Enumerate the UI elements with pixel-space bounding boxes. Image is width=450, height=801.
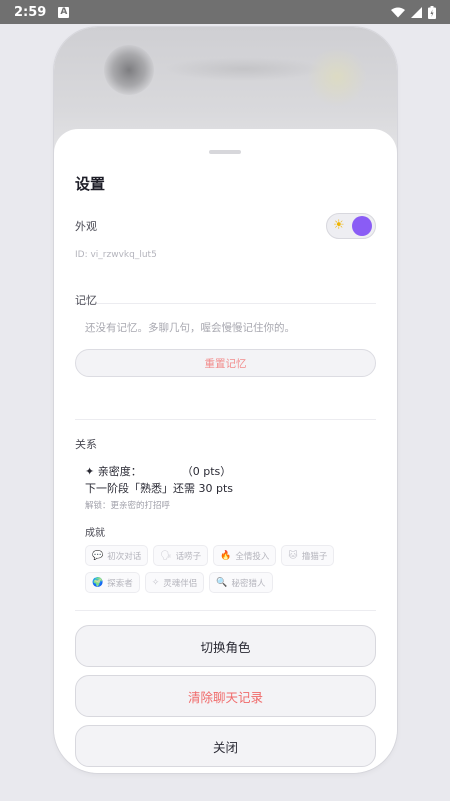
notification-icon: A	[58, 6, 70, 18]
achievement-badge: 💬 初次对话	[85, 545, 149, 566]
battery-icon	[428, 5, 436, 19]
blurred-avatar	[104, 45, 154, 95]
toggle-knob	[352, 216, 372, 236]
magnifier-icon: 🔍	[216, 577, 228, 588]
fire-icon: 🔥	[220, 550, 232, 561]
user-id: ID: vi_rzwvkq_lut5	[75, 250, 157, 260]
achievement-label: 秘密猎人	[231, 578, 266, 589]
sheet-drag-handle[interactable]	[209, 150, 241, 154]
achievement-label: 初次对话	[107, 551, 142, 562]
achievement-label: 撸猫子	[301, 551, 328, 562]
divider	[75, 303, 376, 304]
divider	[75, 419, 376, 420]
relationship-label: 关系	[75, 438, 97, 451]
clear-chat-button[interactable]: 清除聊天记录	[75, 675, 376, 717]
status-bar: 2:59 A	[0, 0, 450, 24]
speaking-head-icon: 🗣	[160, 550, 172, 561]
wifi-icon	[391, 7, 405, 17]
cat-icon: 🐱	[288, 550, 298, 561]
memory-label: 记忆	[75, 294, 97, 307]
achievements-label: 成就	[85, 528, 105, 539]
memory-empty-text: 还没有记忆。多聊几句，喔会慢慢记住你的。	[85, 322, 295, 334]
appearance-label: 外观	[75, 220, 97, 233]
achievement-badge: 🔍 秘密猎人	[209, 572, 273, 593]
achievements-row-2: 🌍 探索者 ✧ 灵魂伴侣 🔍 秘密猎人	[85, 572, 273, 593]
divider	[75, 610, 376, 611]
achievement-badge: 🌍 探索者	[85, 572, 140, 593]
intimacy-value: （0 pts）	[181, 465, 232, 478]
intimacy-row: ✦ 亲密度： （0 pts）	[85, 463, 231, 479]
switch-role-button[interactable]: 切换角色	[75, 625, 376, 667]
achievement-label: 灵魂伴侣	[163, 578, 198, 589]
achievement-badge: 🔥 全情投入	[213, 545, 277, 566]
achievement-badge: 🐱 撸猫子	[281, 545, 335, 566]
close-button[interactable]: 关闭	[75, 725, 376, 767]
achievement-badge: ✧ 灵魂伴侣	[144, 572, 205, 593]
achievements-row-1: 💬 初次对话 🗣 话唠子 🔥 全情投入 🐱 撸猫子	[85, 545, 335, 566]
achievement-label: 话唠子	[175, 551, 202, 562]
sheet-title: 设置	[75, 175, 106, 193]
theme-toggle[interactable]: ☀	[326, 213, 376, 239]
unlock-hint: 解锁：更亲密的打招呼	[85, 501, 171, 511]
appearance-row: 外观 ☀	[75, 213, 376, 239]
blurred-header-text	[164, 57, 324, 81]
sun-icon: ☀	[333, 218, 345, 233]
settings-sheet: 设置 外观 ☀ ID: vi_rzwvkq_lut5 记忆 还没有记忆。多聊几句…	[54, 129, 397, 773]
next-stage-text: 下一阶段「熟悉」还需 30 pts	[85, 482, 234, 495]
chat-bubble-icon: 💬	[92, 550, 104, 561]
reset-memory-button[interactable]: 重置记忆	[75, 349, 376, 377]
signal-icon	[411, 6, 422, 18]
sparkle-icon: ✧	[151, 577, 160, 588]
achievement-label: 探索者	[107, 578, 133, 589]
globe-icon: 🌍	[92, 577, 104, 588]
phone-frame: 设置 外观 ☀ ID: vi_rzwvkq_lut5 记忆 还没有记忆。多聊几句…	[54, 27, 397, 773]
status-time: 2:59	[14, 4, 47, 20]
achievement-label: 全情投入	[235, 551, 270, 562]
achievement-badge: 🗣 话唠子	[153, 545, 209, 566]
intimacy-label: ✦ 亲密度：	[85, 465, 142, 478]
blurred-highlight	[307, 47, 367, 107]
